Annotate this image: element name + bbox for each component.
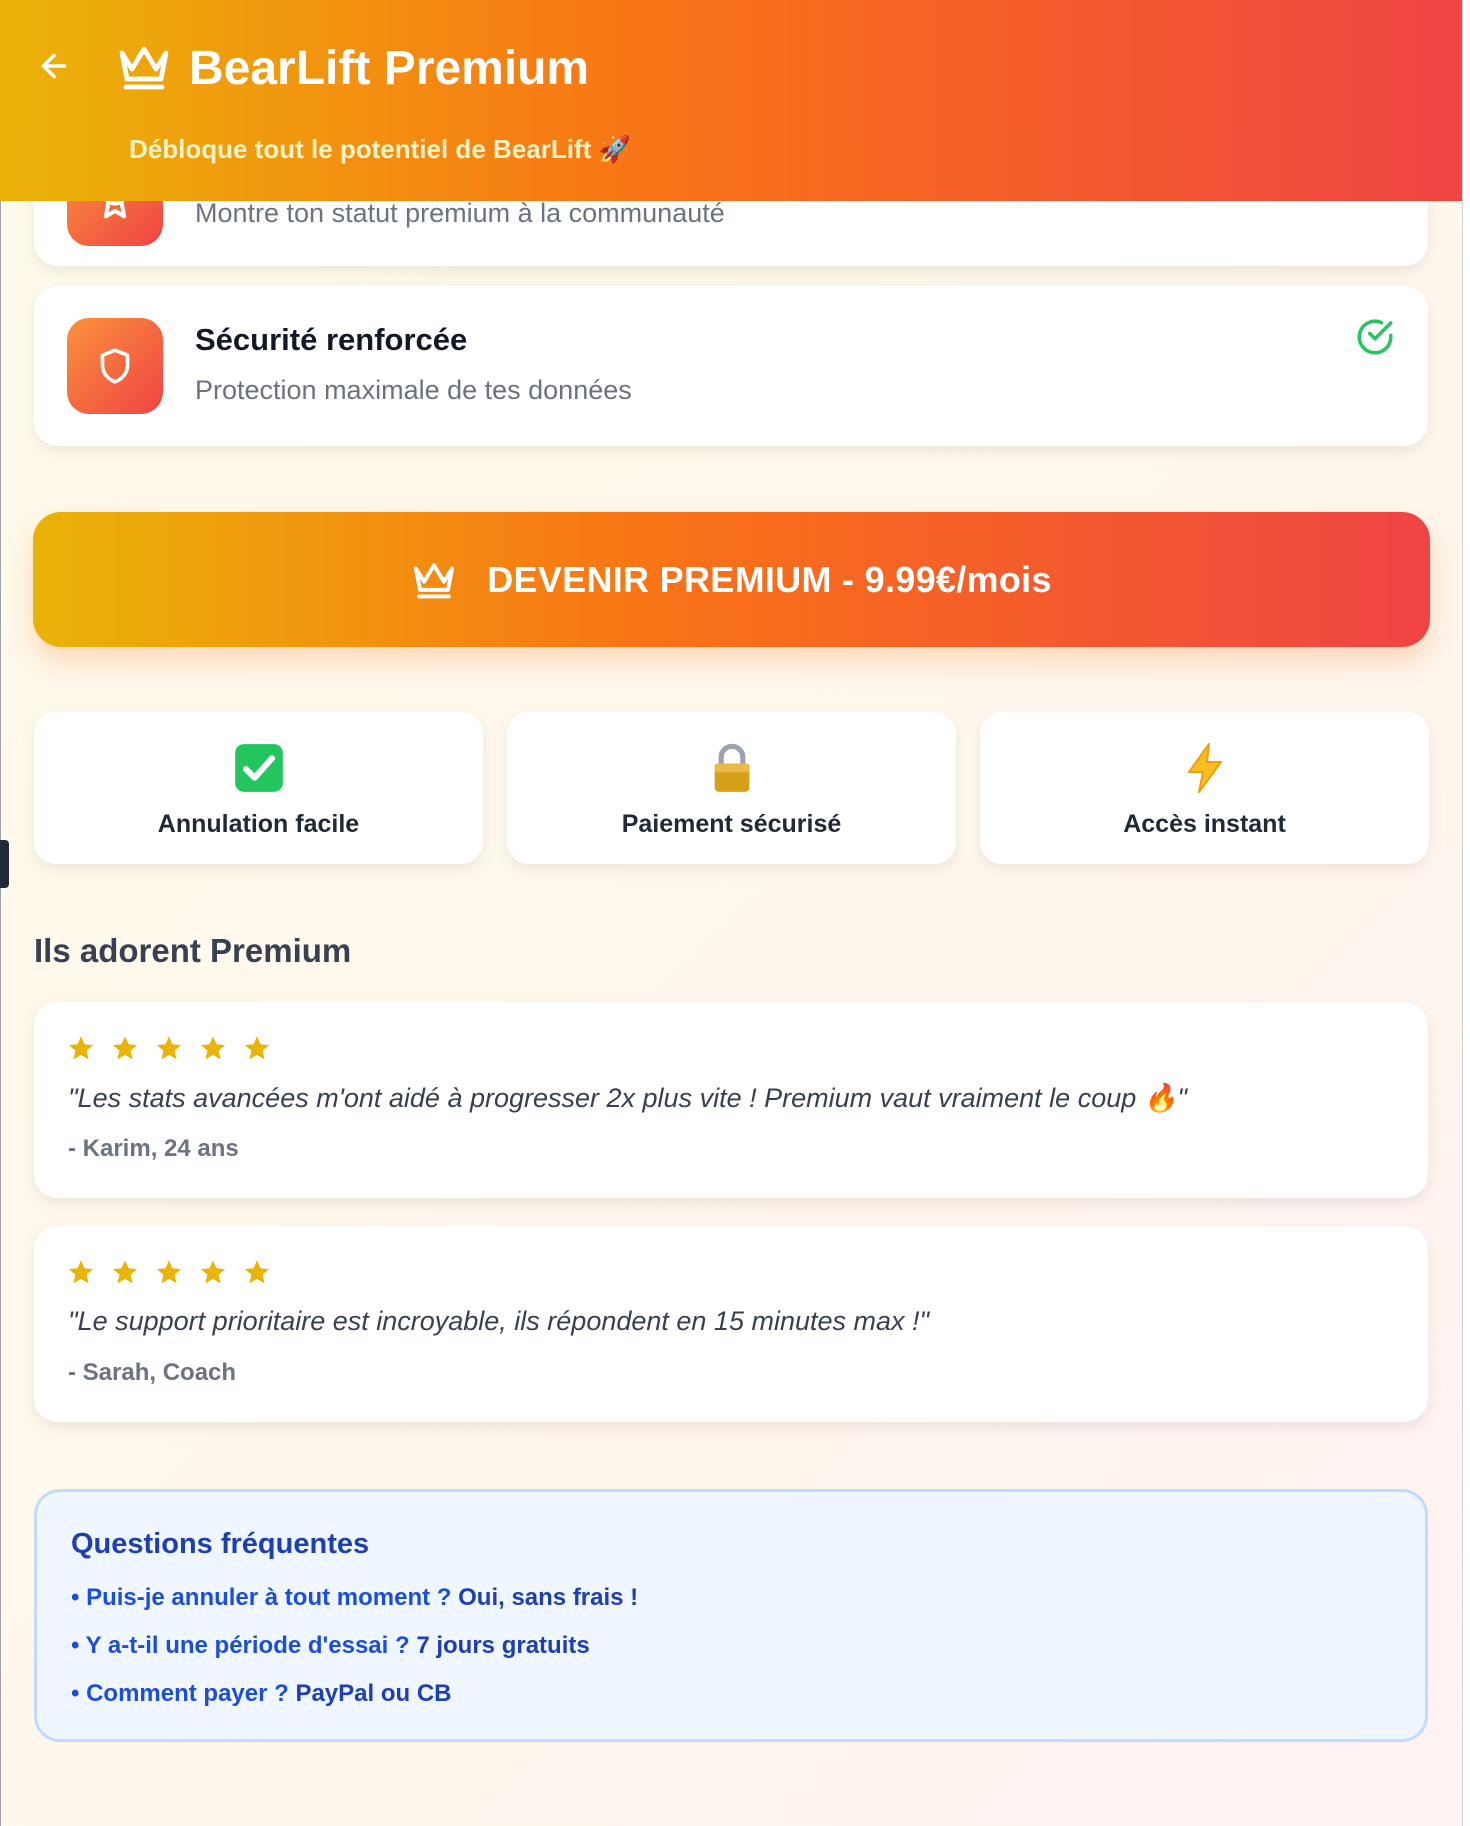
feature-description: Montre ton statut premium à la communaut… xyxy=(195,198,725,228)
feature-description: Protection maximale de tes données xyxy=(195,375,632,405)
become-premium-button[interactable]: DEVENIR PREMIUM - 9.99€/mois xyxy=(33,512,1430,647)
trust-card-cancel: Annulation facile xyxy=(34,712,483,864)
cta-label: DEVENIR PREMIUM - 9.99€/mois xyxy=(487,558,1052,600)
faq-question: • Y a-t-il une période d'essai ? xyxy=(71,1632,417,1659)
feature-title: Sécurité renforcée xyxy=(195,322,468,357)
crown-icon xyxy=(414,562,455,598)
trust-card-instant: Accès instant xyxy=(980,712,1429,864)
faq-title: Questions fréquentes xyxy=(71,1528,370,1560)
crown-icon xyxy=(119,46,169,90)
faq-answer: Oui, sans frais ! xyxy=(458,1584,639,1611)
back-button[interactable] xyxy=(32,44,76,88)
testimonial-card: "Les stats avancées m'ont aidé à progres… xyxy=(34,1002,1428,1198)
star-icon xyxy=(112,1036,138,1060)
feature-card-security: Sécurité renforcée Protection maximale d… xyxy=(34,286,1428,446)
trust-card-payment: Paiement sécurisé xyxy=(507,712,956,864)
page-title: BearLift Premium xyxy=(189,42,590,95)
faq-item: • Puis-je annuler à tout moment ? Oui, s… xyxy=(71,1584,638,1612)
app-header: BearLift Premium Débloque tout le potent… xyxy=(0,0,1462,201)
star-icon xyxy=(244,1036,270,1060)
trust-label: Paiement sécurisé xyxy=(621,810,842,838)
testimonial-author: - Karim, 24 ans xyxy=(68,1135,239,1162)
testimonial-author: - Sarah, Coach xyxy=(68,1359,237,1386)
cta-content: DEVENIR PREMIUM - 9.99€/mois xyxy=(411,559,1052,601)
lightning-icon xyxy=(980,742,1429,794)
star-icon xyxy=(200,1260,226,1284)
faq-answer: PayPal ou CB xyxy=(295,1680,452,1707)
page-subtitle: Débloque tout le potentiel de BearLift 🚀 xyxy=(129,134,631,164)
trust-label: Annulation facile xyxy=(157,810,360,838)
faq-item: • Comment payer ? PayPal ou CB xyxy=(71,1680,452,1708)
check-circle-icon xyxy=(1357,319,1393,355)
faq-box: Questions fréquentes • Puis-je annuler à… xyxy=(34,1489,1428,1742)
check-mark-icon xyxy=(34,742,483,794)
faq-answer: 7 jours gratuits xyxy=(416,1632,590,1659)
testimonials-title: Ils adorent Premium xyxy=(34,932,352,969)
star-icon xyxy=(156,1260,182,1284)
star-icon xyxy=(244,1260,270,1284)
scrollbar-track[interactable] xyxy=(1462,0,1470,1826)
testimonial-card: "Le support prioritaire est incroyable, … xyxy=(34,1226,1428,1422)
lock-icon xyxy=(507,742,956,794)
testimonial-quote: "Les stats avancées m'ont aidé à progres… xyxy=(68,1083,1187,1113)
faq-item: • Y a-t-il une période d'essai ? 7 jours… xyxy=(71,1632,590,1660)
arrow-left-icon xyxy=(41,53,67,79)
window-left-edge xyxy=(0,0,1,1826)
star-rating xyxy=(67,1258,271,1286)
shield-icon xyxy=(67,318,163,414)
testimonial-quote: "Le support prioritaire est incroyable, … xyxy=(68,1306,930,1336)
star-icon xyxy=(68,1036,94,1060)
star-icon xyxy=(156,1036,182,1060)
faq-question: • Puis-je annuler à tout moment ? xyxy=(71,1584,459,1611)
star-icon xyxy=(112,1260,138,1284)
trust-label: Accès instant xyxy=(1123,810,1286,838)
star-icon xyxy=(200,1036,226,1060)
star-icon xyxy=(68,1260,94,1284)
faq-question: • Comment payer ? xyxy=(71,1680,296,1707)
star-rating xyxy=(67,1034,271,1062)
side-handle[interactable] xyxy=(0,840,9,888)
